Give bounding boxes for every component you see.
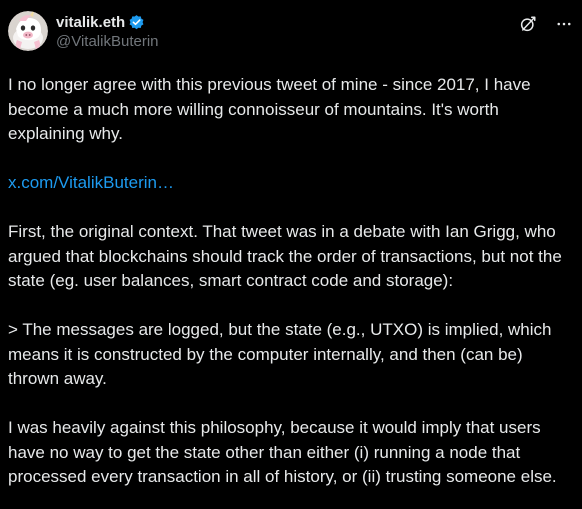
handle[interactable]: @VitalikButerin xyxy=(56,32,159,52)
tweet-paragraph-4: I was heavily against this philosophy, b… xyxy=(8,418,557,486)
quoted-tweet-link[interactable]: x.com/VitalikButerin… xyxy=(8,173,174,192)
tweet-body: I no longer agree with this previous twe… xyxy=(8,73,574,490)
avatar[interactable] xyxy=(8,11,48,51)
verified-badge-icon xyxy=(128,14,145,31)
tweet-link-paragraph: x.com/VitalikButerin… xyxy=(8,171,574,196)
tweet-paragraph-2: First, the original context. That tweet … xyxy=(8,222,567,290)
tweet-paragraph-3: > The messages are logged, but the state… xyxy=(8,320,557,388)
name-row: vitalik.eth xyxy=(56,12,159,32)
tweet: vitalik.eth @VitalikButerin I no longer … xyxy=(0,0,582,509)
tweet-header: vitalik.eth @VitalikButerin xyxy=(8,10,574,54)
user-info: vitalik.eth @VitalikButerin xyxy=(56,12,159,52)
tweet-paragraph-1: I no longer agree with this previous twe… xyxy=(8,75,536,143)
more-icon[interactable] xyxy=(554,14,574,34)
header-actions xyxy=(518,14,574,34)
grok-icon[interactable] xyxy=(518,14,538,34)
avatar-unicorn-icon xyxy=(8,11,48,51)
display-name[interactable]: vitalik.eth xyxy=(56,14,125,31)
